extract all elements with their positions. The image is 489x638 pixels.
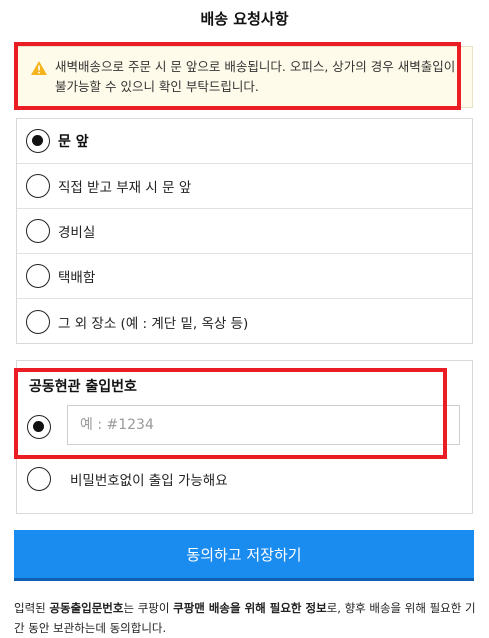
page-header: 배송 요청사항 bbox=[0, 0, 489, 36]
radio-no-password[interactable] bbox=[27, 467, 51, 491]
option-label: 그 외 장소 (예 : 계단 밑, 옥상 등) bbox=[58, 315, 249, 332]
entrance-code-highlight-box bbox=[14, 368, 447, 459]
consent-text: 입력된 공동출입문번호는 쿠팡이 쿠팡맨 배송을 위해 필요한 정보로, 향후 … bbox=[14, 598, 479, 638]
consent-bold2: 쿠팡맨 배송을 위해 필요한 정보 bbox=[173, 601, 327, 615]
option-label: 문 앞 bbox=[58, 134, 89, 150]
option-label: 경비실 bbox=[58, 225, 96, 241]
agree-and-save-button[interactable]: 동의하고 저장하기 bbox=[14, 530, 474, 581]
no-password-label[interactable]: 비밀번호없이 출입 가능해요 bbox=[70, 469, 228, 489]
radio-other-place[interactable] bbox=[26, 309, 50, 334]
consent-bold1: 공동출입문번호 bbox=[49, 601, 124, 615]
notice-highlight-box bbox=[14, 42, 461, 110]
option-security-office[interactable]: 경비실 bbox=[17, 209, 472, 254]
delivery-location-options: 문 앞 직접 받고 부재 시 문 앞 경비실 택배함 그 외 장소 (예 : 계… bbox=[16, 118, 473, 344]
option-other-place[interactable]: 그 외 장소 (예 : 계단 밑, 옥상 등) bbox=[17, 299, 472, 344]
page-title: 배송 요청사항 bbox=[200, 9, 289, 28]
option-label: 택배함 bbox=[58, 270, 96, 286]
option-direct-receive[interactable]: 직접 받고 부재 시 문 앞 bbox=[17, 164, 472, 209]
consent-part1: 입력된 bbox=[14, 601, 50, 615]
radio-security-office[interactable] bbox=[26, 219, 50, 243]
option-label: 직접 받고 부재 시 문 앞 bbox=[58, 180, 192, 196]
radio-door-front[interactable] bbox=[26, 129, 50, 153]
option-parcel-locker[interactable]: 택배함 bbox=[17, 254, 472, 299]
radio-parcel-locker[interactable] bbox=[26, 264, 50, 288]
radio-direct-receive[interactable] bbox=[26, 174, 50, 198]
option-door-front[interactable]: 문 앞 bbox=[17, 119, 472, 164]
consent-part2: 는 쿠팡이 bbox=[123, 601, 174, 615]
